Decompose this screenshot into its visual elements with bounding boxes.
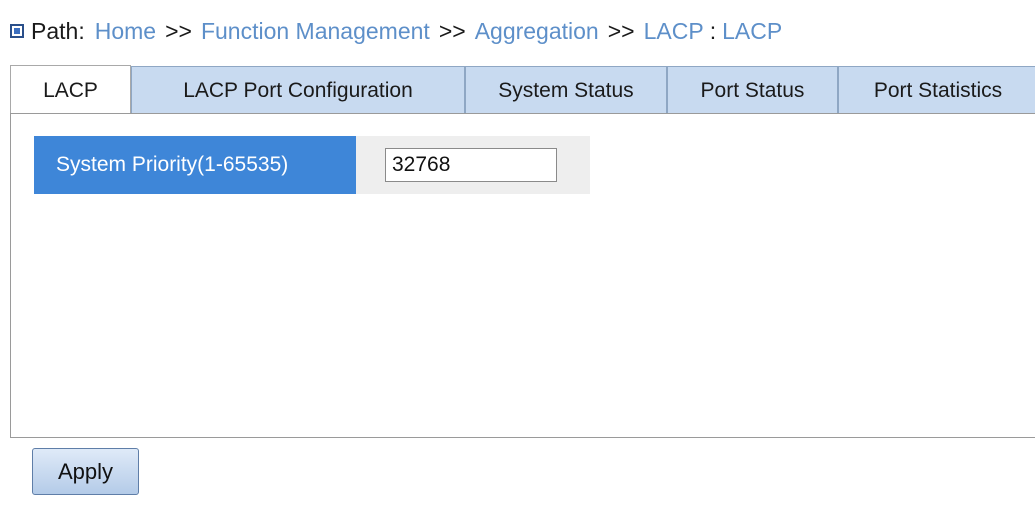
breadcrumb: Path: Home >> Function Management >> Agg… xyxy=(10,16,782,46)
breadcrumb-separator: >> xyxy=(438,17,466,44)
breadcrumb-aggregation[interactable]: Aggregation xyxy=(475,18,599,45)
apply-button[interactable]: Apply xyxy=(32,448,139,495)
breadcrumb-colon: : xyxy=(709,17,717,44)
tab-port-status[interactable]: Port Status xyxy=(667,66,838,114)
breadcrumb-lacp[interactable]: LACP xyxy=(644,18,704,45)
breadcrumb-label: Path: xyxy=(31,17,85,44)
square-bullet-icon xyxy=(10,24,24,38)
breadcrumb-home[interactable]: Home xyxy=(95,18,156,45)
tab-lacp[interactable]: LACP xyxy=(10,65,131,115)
system-priority-input[interactable] xyxy=(385,148,557,182)
lacp-panel: System Priority(1-65535) xyxy=(10,113,1035,438)
tab-lacp-port-configuration[interactable]: LACP Port Configuration xyxy=(131,66,465,114)
breadcrumb-function-management[interactable]: Function Management xyxy=(201,18,430,45)
tab-bar: LACP LACP Port Configuration System Stat… xyxy=(10,65,1035,115)
system-priority-label: System Priority(1-65535) xyxy=(34,136,356,194)
system-priority-cell xyxy=(356,136,590,194)
page: Path: Home >> Function Management >> Agg… xyxy=(0,0,1035,506)
tab-port-statistics[interactable]: Port Statistics xyxy=(838,66,1035,114)
tab-system-status[interactable]: System Status xyxy=(465,66,667,114)
breadcrumb-separator: >> xyxy=(165,17,192,44)
system-priority-row: System Priority(1-65535) xyxy=(34,136,590,194)
breadcrumb-lacp-current[interactable]: LACP xyxy=(722,18,782,45)
breadcrumb-separator: >> xyxy=(607,17,635,44)
